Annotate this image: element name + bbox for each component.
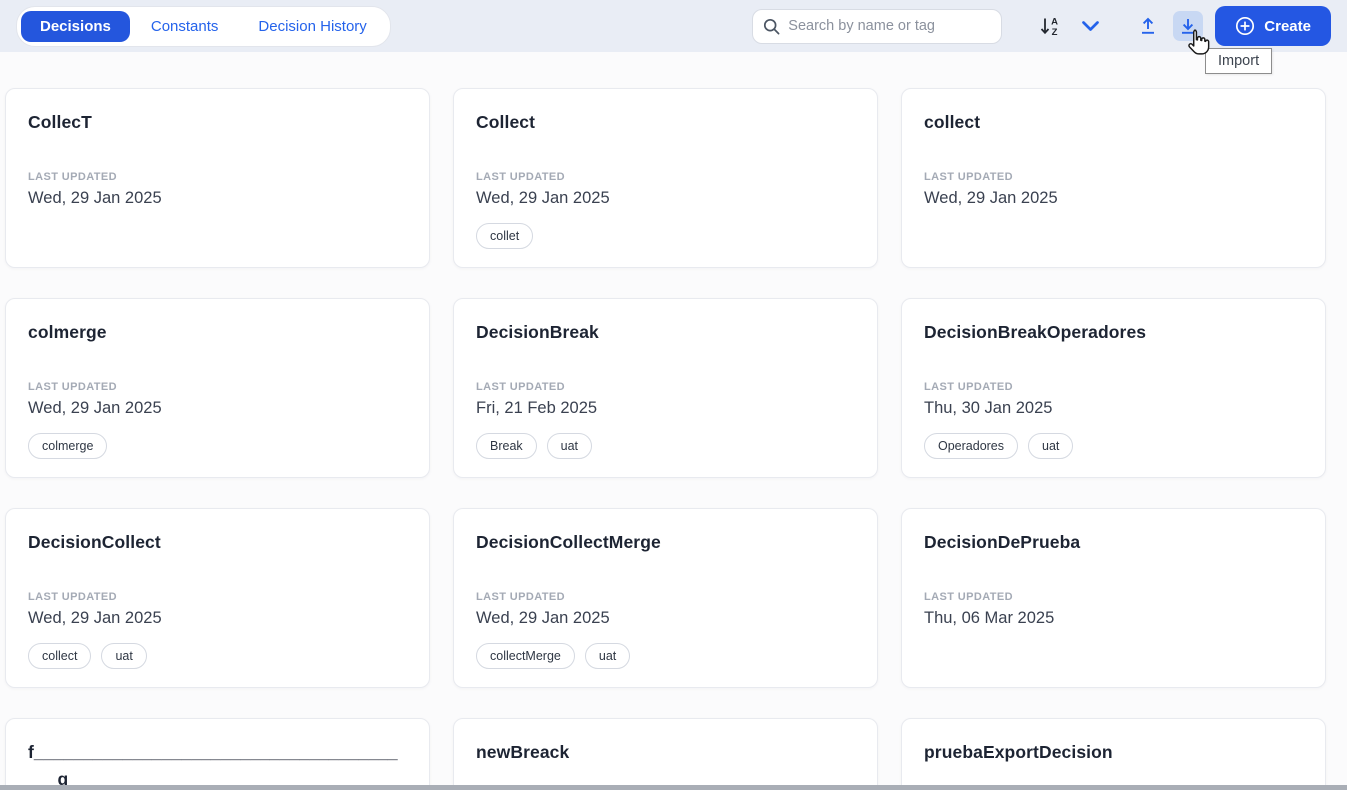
last-updated-date: Fri, 21 Feb 2025 <box>476 399 855 418</box>
sort-az-button[interactable]: A Z <box>1034 10 1066 42</box>
sort-options-button[interactable] <box>1076 15 1105 37</box>
decision-title: newBreack <box>476 739 855 766</box>
tag-list: Operadores uat <box>924 433 1073 459</box>
chevron-down-icon <box>1081 20 1100 32</box>
last-updated-block: LAST UPDATED Wed, 29 Jan 2025 <box>28 381 407 418</box>
decision-card[interactable]: colmerge LAST UPDATED Wed, 29 Jan 2025 colm… <box>5 298 430 478</box>
decision-card[interactable]: pruebaExportDecision <box>901 718 1326 790</box>
last-updated-date: Wed, 29 Jan 2025 <box>924 189 1303 208</box>
tag-pill[interactable]: colmerge <box>28 433 107 459</box>
tag-pill[interactable]: uat <box>585 643 630 669</box>
create-button-label: Create <box>1264 18 1311 35</box>
last-updated-block: LAST UPDATED Fri, 21 Feb 2025 <box>476 381 855 418</box>
tag-list: collectMerge uat <box>476 643 630 669</box>
import-tooltip: Import <box>1205 48 1272 74</box>
search-icon <box>763 18 780 35</box>
last-updated-block: LAST UPDATED Thu, 30 Jan 2025 <box>924 381 1303 418</box>
decision-title: DecisionDePrueba <box>924 529 1303 556</box>
last-updated-label: LAST UPDATED <box>476 591 855 603</box>
last-updated-block: LAST UPDATED Thu, 06 Mar 2025 <box>924 591 1303 628</box>
tab-constants[interactable]: Constants <box>132 11 238 42</box>
upload-icon <box>1138 16 1158 36</box>
decision-card[interactable]: Collect LAST UPDATED Wed, 29 Jan 2025 colle… <box>453 88 878 268</box>
svg-text:A: A <box>1051 17 1058 28</box>
download-icon <box>1178 16 1198 36</box>
tag-pill[interactable]: uat <box>1028 433 1073 459</box>
decision-title: CollecT <box>28 109 407 136</box>
decision-card[interactable]: collect LAST UPDATED Wed, 29 Jan 2025 <box>901 88 1326 268</box>
decision-card[interactable]: DecisionCollectMerge LAST UPDATED Wed, 29 … <box>453 508 878 688</box>
tag-pill[interactable]: uat <box>547 433 592 459</box>
export-button[interactable] <box>1133 11 1163 41</box>
decision-card[interactable]: DecisionBreak LAST UPDATED Fri, 21 Feb 202… <box>453 298 878 478</box>
decision-card[interactable]: DecisionCollect LAST UPDATED Wed, 29 Jan 2… <box>5 508 430 688</box>
tag-pill[interactable]: collectMerge <box>476 643 575 669</box>
last-updated-date: Wed, 29 Jan 2025 <box>28 189 407 208</box>
decision-title: f_______________________________________… <box>28 739 407 790</box>
decision-card[interactable]: DecisionDePrueba LAST UPDATED Thu, 06 Mar … <box>901 508 1326 688</box>
circle-plus-icon <box>1235 16 1255 36</box>
search-input[interactable] <box>788 18 991 34</box>
last-updated-date: Wed, 29 Jan 2025 <box>28 399 407 418</box>
last-updated-label: LAST UPDATED <box>924 591 1303 603</box>
last-updated-label: LAST UPDATED <box>28 171 407 183</box>
last-updated-block: LAST UPDATED Wed, 29 Jan 2025 <box>28 171 407 208</box>
decision-title: DecisionBreak <box>476 319 855 346</box>
tag-list: colmerge <box>28 433 107 459</box>
svg-text:Z: Z <box>1052 27 1058 37</box>
tag-pill[interactable]: Operadores <box>924 433 1018 459</box>
toolbar-actions: A Z <box>752 6 1331 46</box>
last-updated-block: LAST UPDATED Wed, 29 Jan 2025 <box>476 591 855 628</box>
tag-list: collet <box>476 223 533 249</box>
top-toolbar: Decisions Constants Decision History A <box>0 0 1347 52</box>
last-updated-date: Wed, 29 Jan 2025 <box>28 609 407 628</box>
decision-title: pruebaExportDecision <box>924 739 1303 766</box>
last-updated-date: Wed, 29 Jan 2025 <box>476 189 855 208</box>
last-updated-label: LAST UPDATED <box>476 171 855 183</box>
create-button[interactable]: Create <box>1215 6 1331 46</box>
decision-title: collect <box>924 109 1303 136</box>
last-updated-label: LAST UPDATED <box>28 591 407 603</box>
decision-card[interactable]: CollecT LAST UPDATED Wed, 29 Jan 2025 <box>5 88 430 268</box>
tag-list: Break uat <box>476 433 592 459</box>
tag-pill[interactable]: collect <box>28 643 91 669</box>
last-updated-block: LAST UPDATED Wed, 29 Jan 2025 <box>924 171 1303 208</box>
card-grid: CollecTLAST UPDATEDWed, 29 Jan 2025Colle… <box>0 88 1347 790</box>
decision-card[interactable]: DecisionBreakOperadores LAST UPDATED Thu, … <box>901 298 1326 478</box>
tag-pill[interactable]: uat <box>101 643 146 669</box>
tag-pill[interactable]: collet <box>476 223 533 249</box>
decision-card[interactable]: newBreack <box>453 718 878 790</box>
tag-list: collect uat <box>28 643 147 669</box>
import-button[interactable] <box>1173 11 1203 41</box>
last-updated-block: LAST UPDATED Wed, 29 Jan 2025 <box>476 171 855 208</box>
tab-decision-history[interactable]: Decision History <box>239 11 385 42</box>
tag-pill[interactable]: Break <box>476 433 537 459</box>
tab-decisions[interactable]: Decisions <box>21 11 130 42</box>
last-updated-label: LAST UPDATED <box>924 381 1303 393</box>
decision-card[interactable]: f_______________________________________… <box>5 718 430 790</box>
last-updated-label: LAST UPDATED <box>476 381 855 393</box>
search-box <box>752 9 1002 44</box>
last-updated-block: LAST UPDATED Wed, 29 Jan 2025 <box>28 591 407 628</box>
last-updated-date: Wed, 29 Jan 2025 <box>476 609 855 628</box>
decision-title: colmerge <box>28 319 407 346</box>
last-updated-date: Thu, 30 Jan 2025 <box>924 399 1303 418</box>
decision-title: DecisionCollectMerge <box>476 529 855 556</box>
last-updated-date: Thu, 06 Mar 2025 <box>924 609 1303 628</box>
sort-az-icon: A Z <box>1039 15 1061 37</box>
last-updated-label: LAST UPDATED <box>924 171 1303 183</box>
tab-group: Decisions Constants Decision History <box>16 6 391 47</box>
decision-title: Collect <box>476 109 855 136</box>
decision-title: DecisionCollect <box>28 529 407 556</box>
decision-title: DecisionBreakOperadores <box>924 319 1303 346</box>
last-updated-label: LAST UPDATED <box>28 381 407 393</box>
horizontal-scrollbar[interactable] <box>0 785 1347 790</box>
